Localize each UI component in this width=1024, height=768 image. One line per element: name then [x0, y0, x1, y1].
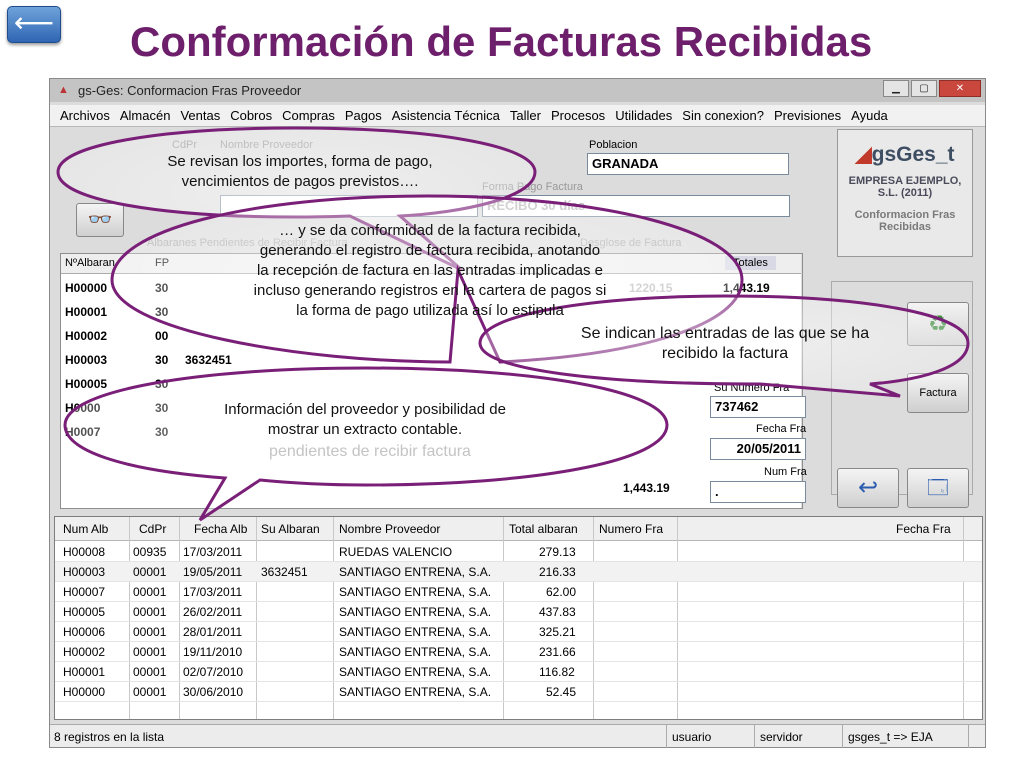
list-row[interactable]: H00000 00001 30/06/2010 SANTIAGO ENTRENA, S…: [55, 682, 982, 702]
list-row[interactable]: H00005 00001 26/02/2011 SANTIAGO ENTRENA, S…: [55, 602, 982, 622]
slide-title: Conformación de Facturas Recibidas: [130, 18, 873, 65]
grid-header-fp: FP: [155, 257, 170, 269]
undo-arrow-icon[interactable]: ↩: [837, 468, 899, 508]
search-documents-icon[interactable]: 🗔: [907, 468, 969, 508]
menu-procesos[interactable]: Procesos: [551, 108, 605, 123]
list-row[interactable]: H00008 00935 17/03/2011 RUEDAS VALENCIO 279.…: [55, 542, 982, 562]
menu-previsiones[interactable]: Previsiones: [774, 108, 841, 123]
logo-company: EMPRESA EJEMPLO, S.L. (2011): [848, 175, 962, 199]
menu-ayuda[interactable]: Ayuda: [851, 108, 888, 123]
grid-header-num: NºAlbaran: [65, 257, 115, 269]
list-row[interactable]: H00006 00001 28/01/2011 SANTIAGO ENTRENA, S…: [55, 622, 982, 642]
col-numero-fra[interactable]: Numero Fra: [599, 522, 663, 536]
albaranes-list[interactable]: Num Alb CdPr Fecha Alb Su Albaran Nombre…: [54, 516, 983, 720]
forma-pago-label: Forma Pago Factura: [482, 181, 583, 193]
callout-4-text: Información del proveedor y posibilidad …: [224, 401, 506, 438]
status-server: servidor: [760, 730, 803, 744]
num-fra-field[interactable]: .: [710, 481, 806, 503]
menubar: Archivos Almacén Ventas Cobros Compras P…: [50, 105, 985, 127]
list-row[interactable]: H00002 00001 19/11/2010 SANTIAGO ENTRENA, S…: [55, 642, 982, 662]
col-su-albaran[interactable]: Su Albaran: [261, 522, 320, 536]
list-row[interactable]: H00001 00001 02/07/2010 SANTIAGO ENTRENA, S…: [55, 662, 982, 682]
fecha-label: Fecha Fra: [756, 423, 807, 435]
minimize-button[interactable]: ▁: [883, 80, 909, 97]
fecha-field[interactable]: 20/05/2011: [710, 438, 806, 460]
status-db: gsges_t => EJA: [848, 730, 933, 744]
forma-pago-field[interactable]: RECIBO 30 días: [482, 195, 790, 217]
status-bar: 8 registros en la lista usuario servidor…: [50, 724, 985, 748]
totales-value: 1,443.19: [723, 281, 770, 295]
cdpr-label: CdPr: [172, 139, 198, 151]
col-total-albaran[interactable]: Total albaran: [509, 522, 578, 536]
num-fra-label: Num Fra: [764, 466, 807, 478]
callout-1-text: Se revisan los importes, forma de pago, …: [167, 153, 433, 190]
list-header: Num Alb CdPr Fecha Alb Su Albaran Nombre…: [55, 517, 982, 541]
col-cdpr[interactable]: CdPr: [139, 522, 166, 536]
su-numero-label: Su Numero Fra: [714, 382, 790, 394]
ghost-text-line: pendientes de recibir factura: [269, 443, 471, 460]
company-logo: ◢gsGes_t EMPRESA EJEMPLO, S.L. (2011) Co…: [837, 129, 973, 257]
menu-utilidades[interactable]: Utilidades: [615, 108, 672, 123]
poblacion-field[interactable]: GRANADA: [587, 153, 789, 175]
col-fecha-alb[interactable]: Fecha Alb: [194, 522, 247, 536]
refresh-icon[interactable]: ♻: [907, 302, 969, 346]
col-fecha-fra[interactable]: Fecha Fra: [896, 522, 951, 536]
logo-arrow-icon: ◢: [855, 143, 872, 166]
app-icon: ▲: [58, 84, 69, 96]
proveedor-info-field[interactable]: [220, 195, 478, 217]
callout-2-text: … y se da conformidad de la factura reci…: [253, 222, 607, 319]
menu-cobros[interactable]: Cobros: [230, 108, 272, 123]
close-button[interactable]: ✕: [939, 80, 981, 97]
col-nombre-proveedor[interactable]: Nombre Proveedor: [339, 522, 440, 536]
factura-button[interactable]: Factura: [907, 373, 969, 413]
total-bottom-value: 1,443.19: [623, 481, 670, 495]
status-user: usuario: [672, 730, 712, 744]
menu-asistencia[interactable]: Asistencia Técnica: [392, 108, 500, 123]
window-title: gs-Ges: Conformacion Fras Proveedor: [78, 83, 302, 98]
status-count: 8 registros en la lista: [54, 730, 165, 744]
grid-row[interactable]: H00003 30 3632451: [61, 350, 381, 372]
menu-compras[interactable]: Compras: [282, 108, 335, 123]
menu-ventas[interactable]: Ventas: [180, 108, 220, 123]
su-numero-field[interactable]: 737462: [710, 396, 806, 418]
list-row[interactable]: H00007 00001 17/03/2011 SANTIAGO ENTRENA, S…: [55, 582, 982, 602]
menu-sin-conexion[interactable]: Sin conexion?: [682, 108, 764, 123]
totales-header: Totales: [725, 256, 776, 270]
grid-row[interactable]: H00002 00: [61, 326, 381, 348]
col-num-alb[interactable]: Num Alb: [63, 522, 108, 536]
menu-pagos[interactable]: Pagos: [345, 108, 382, 123]
window-titlebar: ▲ gs-Ges: Conformacion Fras Proveedor ▁ …: [50, 79, 985, 102]
nombre-label: Nombre Proveedor: [220, 139, 313, 151]
maximize-button[interactable]: ▢: [911, 80, 937, 97]
glasses-icon[interactable]: 👓: [76, 203, 124, 237]
logo-name: gsGes_t: [871, 143, 955, 166]
back-arrow-icon[interactable]: ⟵: [7, 6, 61, 43]
grid-row[interactable]: H00005 30: [61, 374, 381, 396]
menu-archivos[interactable]: Archivos: [60, 108, 110, 123]
poblacion-label: Poblacion: [589, 139, 638, 151]
logo-caption: Conformacion Fras Recibidas: [854, 209, 956, 233]
menu-almacen[interactable]: Almacén: [120, 108, 171, 123]
callout-3-text: Se indican las entradas de las que se ha…: [580, 325, 870, 362]
menu-taller[interactable]: Taller: [510, 108, 541, 123]
list-row[interactable]: H00003 00001 19/05/2011 3632451 SANTIAGO ENT…: [55, 562, 982, 582]
